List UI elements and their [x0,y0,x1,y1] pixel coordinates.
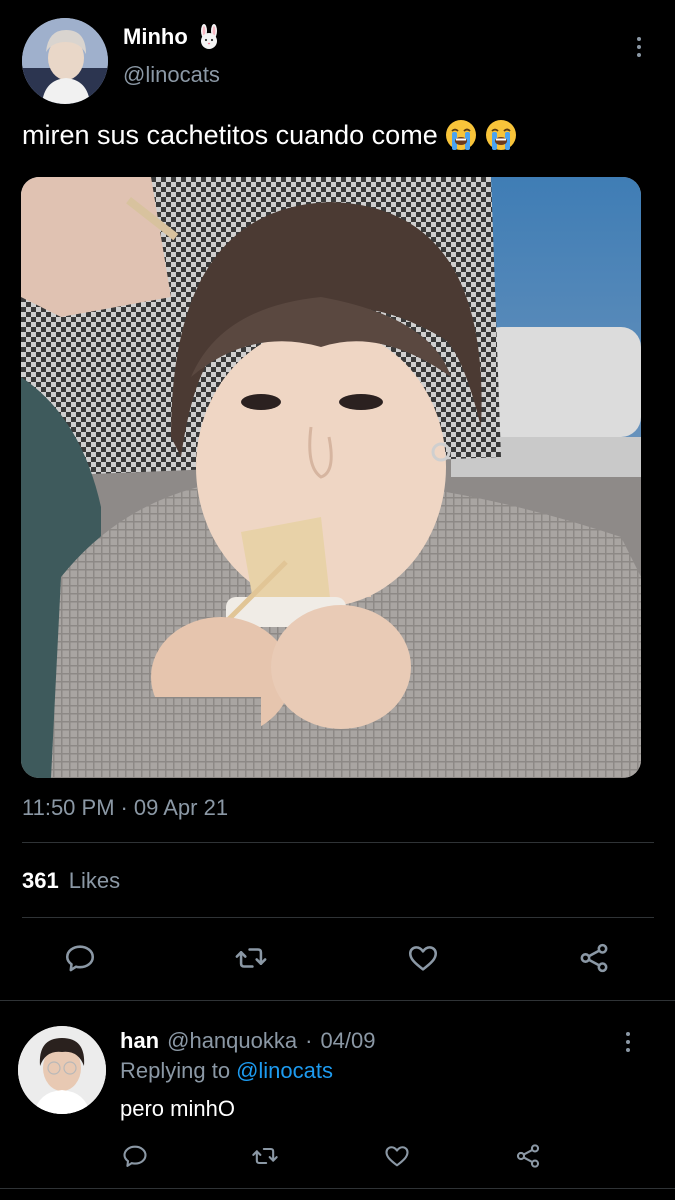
tweet-time: 11:50 PM [22,795,115,820]
timestamp-separator: · [120,795,128,820]
author-handle[interactable]: @linocats [123,62,220,88]
loudly-crying-face-emoji-icon [485,120,516,150]
likes-summary[interactable]: 361 Likes [22,868,120,894]
tweet-text: miren sus cachetitos cuando come [22,119,438,150]
more-options-icon[interactable] [627,32,651,62]
reply-icon[interactable] [120,1141,150,1171]
likes-label: Likes [68,868,121,893]
reply-date[interactable]: 04/09 [320,1028,375,1054]
author-display-name[interactable]: Minho [123,24,188,50]
divider [0,1188,675,1189]
tweet-date: 09 Apr 21 [133,795,229,820]
reply-separator: · [305,1028,313,1053]
share-icon[interactable] [513,1141,543,1171]
rabbit-face-emoji-icon [200,24,217,49]
tweet-text-row: miren sus cachetitos cuando come [22,118,518,152]
divider [0,1000,675,1001]
author-name-row[interactable]: Minho [123,24,222,50]
divider [22,842,654,843]
divider [22,917,654,918]
reply-author-name[interactable]: han [120,1028,159,1054]
reply-text: pero minhO [120,1096,235,1121]
retweet-icon[interactable] [250,1141,280,1171]
author-avatar[interactable] [22,18,108,104]
likes-count: 361 [22,868,59,893]
like-icon[interactable] [406,941,440,975]
replying-to-link[interactable]: @linocats [236,1058,333,1084]
tweet-detail-page: Minho @linocats miren sus cachetitos cua… [0,0,675,1200]
reply-author-handle[interactable]: @hanquokka [167,1028,297,1054]
reply-header: han @hanquokka · 04/09 [120,1028,376,1054]
reply-icon[interactable] [63,941,97,975]
share-icon[interactable] [577,941,611,975]
replying-to-line: Replying to @linocats [120,1058,333,1084]
reply-author-avatar[interactable] [18,1026,106,1114]
tweet-photo[interactable] [21,177,641,778]
replying-prefix: Replying to [120,1058,231,1083]
like-icon[interactable] [382,1141,412,1171]
reply-more-options-icon[interactable] [616,1027,640,1057]
retweet-icon[interactable] [234,941,268,975]
tweet-timestamp[interactable]: 11:50 PM · 09 Apr 21 [22,795,228,821]
loudly-crying-face-emoji-icon [445,120,476,150]
